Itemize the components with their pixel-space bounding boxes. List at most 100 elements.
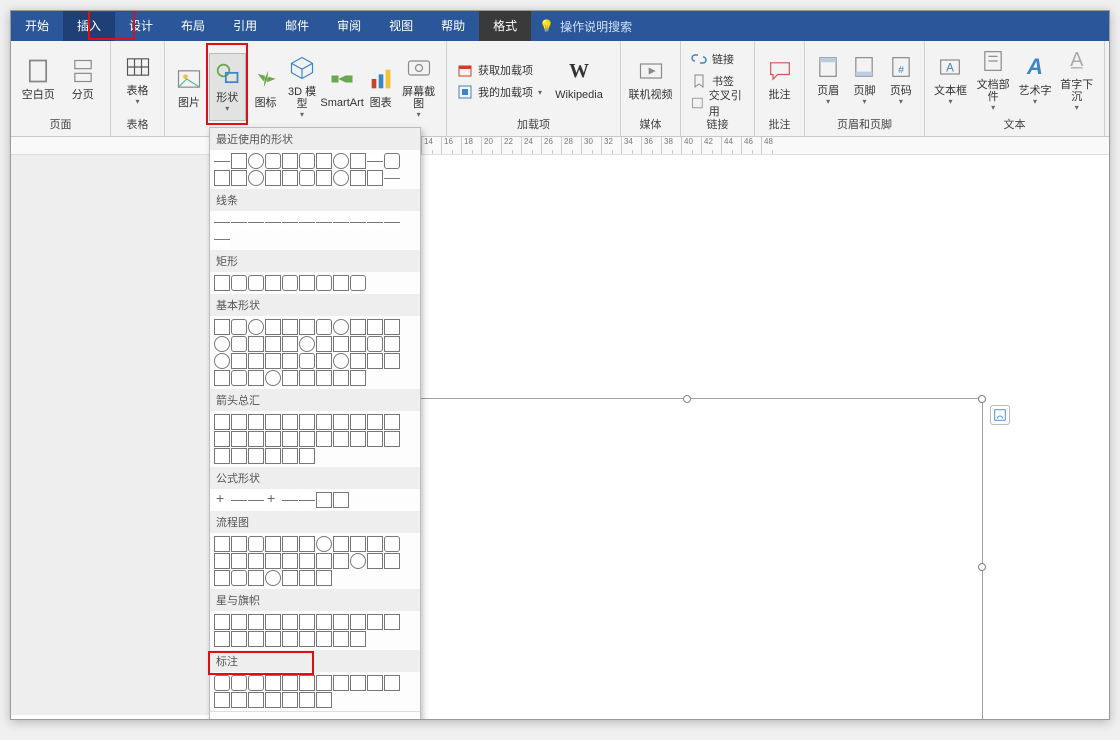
shape-item[interactable] [384, 414, 400, 430]
shape-item[interactable] [248, 431, 264, 447]
selected-rectangle-shape[interactable] [391, 398, 983, 720]
tab-design[interactable]: 设计 [115, 11, 167, 41]
shape-item[interactable] [316, 414, 332, 430]
shape-item[interactable] [282, 275, 298, 291]
shape-item[interactable] [282, 448, 298, 464]
shape-item[interactable] [231, 153, 247, 169]
shape-item[interactable] [299, 631, 315, 647]
shape-item[interactable] [282, 675, 298, 691]
shape-item[interactable] [248, 614, 264, 630]
shape-item[interactable] [231, 319, 247, 335]
shape-item[interactable] [350, 614, 366, 630]
shape-item[interactable] [214, 692, 230, 708]
shape-item[interactable] [214, 431, 230, 447]
shape-item[interactable] [231, 614, 247, 630]
shape-item[interactable] [282, 553, 298, 569]
tell-me-search[interactable]: 💡 操作说明搜索 [531, 18, 640, 35]
shape-item[interactable] [282, 431, 298, 447]
shape-item[interactable] [248, 153, 264, 169]
shape-item[interactable] [316, 153, 332, 169]
textbox-button[interactable]: A 文本框▾ [931, 45, 970, 113]
tab-review[interactable]: 审阅 [323, 11, 375, 41]
shape-item[interactable] [384, 553, 400, 569]
shape-item[interactable] [282, 492, 298, 508]
shape-item[interactable] [384, 153, 400, 169]
shape-item[interactable] [299, 570, 315, 586]
my-addins-button[interactable]: 我的加载项 ▾ [453, 82, 546, 102]
shape-item[interactable] [316, 614, 332, 630]
tab-format[interactable]: 格式 [479, 11, 531, 41]
shape-item[interactable] [350, 675, 366, 691]
picture-button[interactable]: 图片 [171, 53, 207, 121]
screenshot-button[interactable]: 屏幕截图 ▾ [397, 53, 440, 121]
tab-references[interactable]: 引用 [219, 11, 271, 41]
3d-model-button[interactable]: 3D 模型 ▾ [286, 53, 319, 121]
shape-item[interactable] [316, 370, 332, 386]
shape-item[interactable] [214, 492, 230, 508]
shape-item[interactable] [299, 536, 315, 552]
shape-item[interactable] [350, 431, 366, 447]
shape-item[interactable] [333, 614, 349, 630]
shape-item[interactable] [316, 536, 332, 552]
shape-item[interactable] [333, 675, 349, 691]
shape-item[interactable] [333, 553, 349, 569]
shape-item[interactable] [214, 570, 230, 586]
shape-item[interactable] [367, 414, 383, 430]
shape-item[interactable] [333, 275, 349, 291]
shape-item[interactable] [282, 370, 298, 386]
shape-item[interactable] [350, 414, 366, 430]
shape-item[interactable] [214, 214, 230, 230]
shape-item[interactable] [231, 448, 247, 464]
shape-item[interactable] [231, 353, 247, 369]
shape-item[interactable] [333, 414, 349, 430]
shape-item[interactable] [350, 631, 366, 647]
shape-item[interactable] [265, 414, 281, 430]
shape-item[interactable] [350, 370, 366, 386]
shape-item[interactable] [248, 336, 264, 352]
shape-item[interactable] [282, 536, 298, 552]
shape-item[interactable] [299, 448, 315, 464]
shape-item[interactable] [265, 370, 281, 386]
shape-item[interactable] [214, 631, 230, 647]
shape-item[interactable] [299, 614, 315, 630]
shape-item[interactable] [316, 570, 332, 586]
resize-handle[interactable] [978, 395, 986, 403]
resize-handle[interactable] [978, 563, 986, 571]
shape-item[interactable] [231, 553, 247, 569]
shape-item[interactable] [367, 675, 383, 691]
page-break-button[interactable]: 分页 [62, 45, 105, 113]
shape-item[interactable] [265, 214, 281, 230]
shape-item[interactable] [282, 414, 298, 430]
shape-item[interactable] [282, 570, 298, 586]
shape-item[interactable] [214, 275, 230, 291]
shape-item[interactable] [384, 536, 400, 552]
dropcap-button[interactable]: A̲ 首字下沉▾ [1056, 45, 1098, 113]
shape-item[interactable] [282, 153, 298, 169]
shape-item[interactable] [367, 614, 383, 630]
shape-item[interactable] [350, 214, 366, 230]
shape-item[interactable] [265, 553, 281, 569]
shape-item[interactable] [384, 170, 400, 186]
shape-item[interactable] [265, 492, 281, 508]
shape-item[interactable] [231, 631, 247, 647]
shape-item[interactable] [299, 275, 315, 291]
shape-item[interactable] [333, 431, 349, 447]
shape-item[interactable] [384, 319, 400, 335]
shape-item[interactable] [231, 431, 247, 447]
shape-item[interactable] [248, 553, 264, 569]
shape-item[interactable] [316, 431, 332, 447]
shape-item[interactable] [214, 675, 230, 691]
layout-options-button[interactable] [990, 405, 1010, 425]
shape-item[interactable] [384, 336, 400, 352]
shape-item[interactable] [367, 319, 383, 335]
shape-item[interactable] [231, 414, 247, 430]
shape-item[interactable] [316, 631, 332, 647]
comment-button[interactable]: 批注 [761, 45, 798, 113]
shape-item[interactable] [265, 431, 281, 447]
shape-item[interactable] [350, 536, 366, 552]
shape-item[interactable] [248, 570, 264, 586]
shape-item[interactable] [299, 214, 315, 230]
shape-item[interactable] [299, 492, 315, 508]
shape-item[interactable] [265, 675, 281, 691]
shape-item[interactable] [350, 170, 366, 186]
